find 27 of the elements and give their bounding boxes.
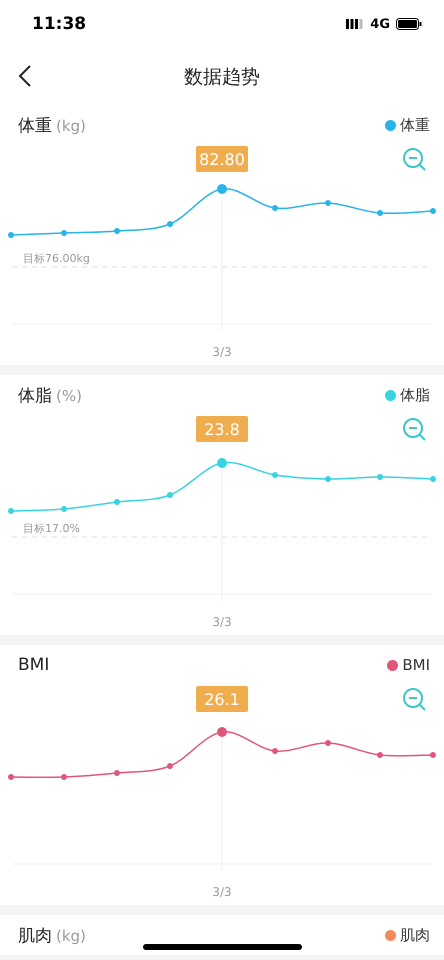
legend-label: 体重	[400, 116, 430, 134]
x-axis-label: 3/3	[212, 345, 232, 359]
legend-label: 体脂	[400, 386, 430, 404]
zoom-out-icon[interactable]	[403, 148, 426, 171]
signal-icon	[346, 19, 364, 29]
x-axis-label: 3/3	[212, 615, 232, 629]
status-time: 11:38	[32, 14, 86, 34]
target-label: 目标17.0%	[23, 522, 80, 535]
card-title: 体脂	[18, 384, 52, 406]
unit-label: (kg)	[56, 926, 86, 944]
unit-label: (%)	[56, 386, 82, 404]
value-badge: 23.8	[196, 416, 248, 442]
card-title: 肌肉	[18, 924, 52, 946]
value-badge: 26.1	[196, 686, 248, 712]
x-axis-label: 3/3	[212, 885, 232, 899]
value-badge: 82.80	[196, 146, 248, 172]
zoom-out-icon[interactable]	[403, 688, 426, 711]
card-title: 体重	[18, 114, 52, 136]
network-label: 4G	[370, 16, 390, 32]
unit-label: (kg)	[56, 116, 86, 134]
legend-label: 肌肉	[400, 926, 430, 944]
card-title: BMI	[18, 655, 50, 675]
target-label: 目标76.00kg	[23, 252, 90, 265]
battery-icon	[396, 18, 422, 30]
page-title: 数据趋势	[184, 64, 260, 90]
legend-label: BMI	[402, 656, 430, 674]
zoom-out-icon[interactable]	[403, 418, 426, 441]
